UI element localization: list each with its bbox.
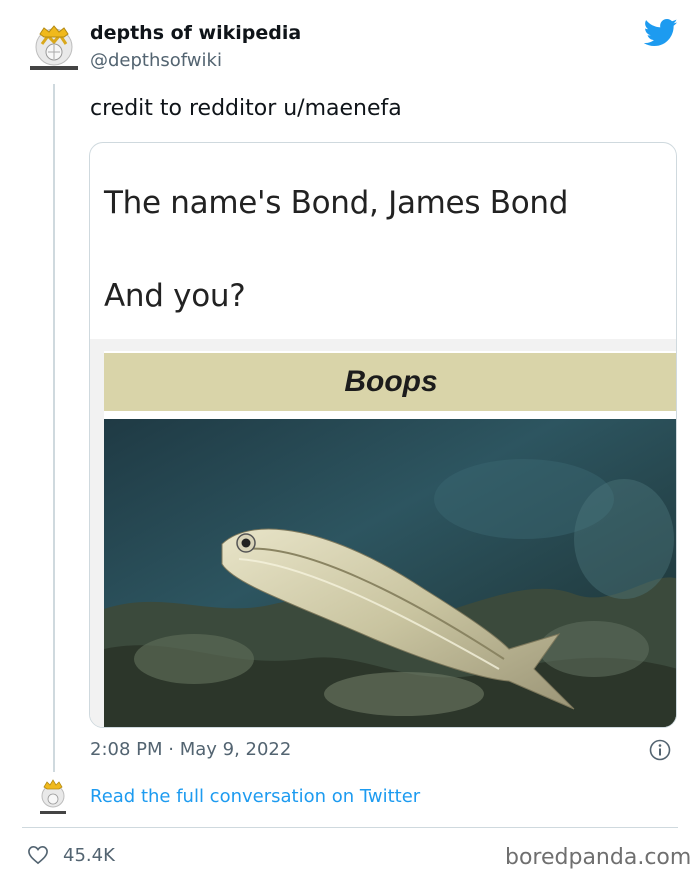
boops-label: Boops [344, 365, 438, 398]
like-count[interactable]: 45.4K [63, 845, 115, 866]
read-conversation-link[interactable]: Read the full conversation on Twitter [90, 786, 420, 807]
source-watermark: boredpanda.com [505, 845, 692, 870]
boops-panel: Boops [104, 351, 676, 727]
wikipedia-avatar-icon[interactable] [24, 22, 84, 74]
info-icon[interactable] [649, 739, 671, 761]
boops-banner: Boops [104, 353, 676, 411]
fish-photo [104, 419, 676, 727]
tweet-timestamp[interactable]: 2:08 PM · May 9, 2022 [90, 739, 291, 760]
tweet-text: credit to redditor u/maenefa [90, 96, 402, 121]
wikipedia-avatar-small-icon [40, 779, 66, 814]
display-name[interactable]: depths of wikipedia [90, 22, 301, 44]
heart-icon[interactable] [27, 845, 49, 865]
thread-line [53, 84, 55, 772]
user-handle[interactable]: @depthsofwiki [90, 50, 222, 71]
tweet-media-card[interactable]: The name's Bond, James Bond And you? Boo… [89, 142, 677, 728]
meme-caption-line1: The name's Bond, James Bond [104, 185, 569, 221]
footer-divider [22, 827, 678, 828]
twitter-bird-icon[interactable] [644, 18, 678, 48]
meme-caption-line2: And you? [104, 278, 246, 314]
